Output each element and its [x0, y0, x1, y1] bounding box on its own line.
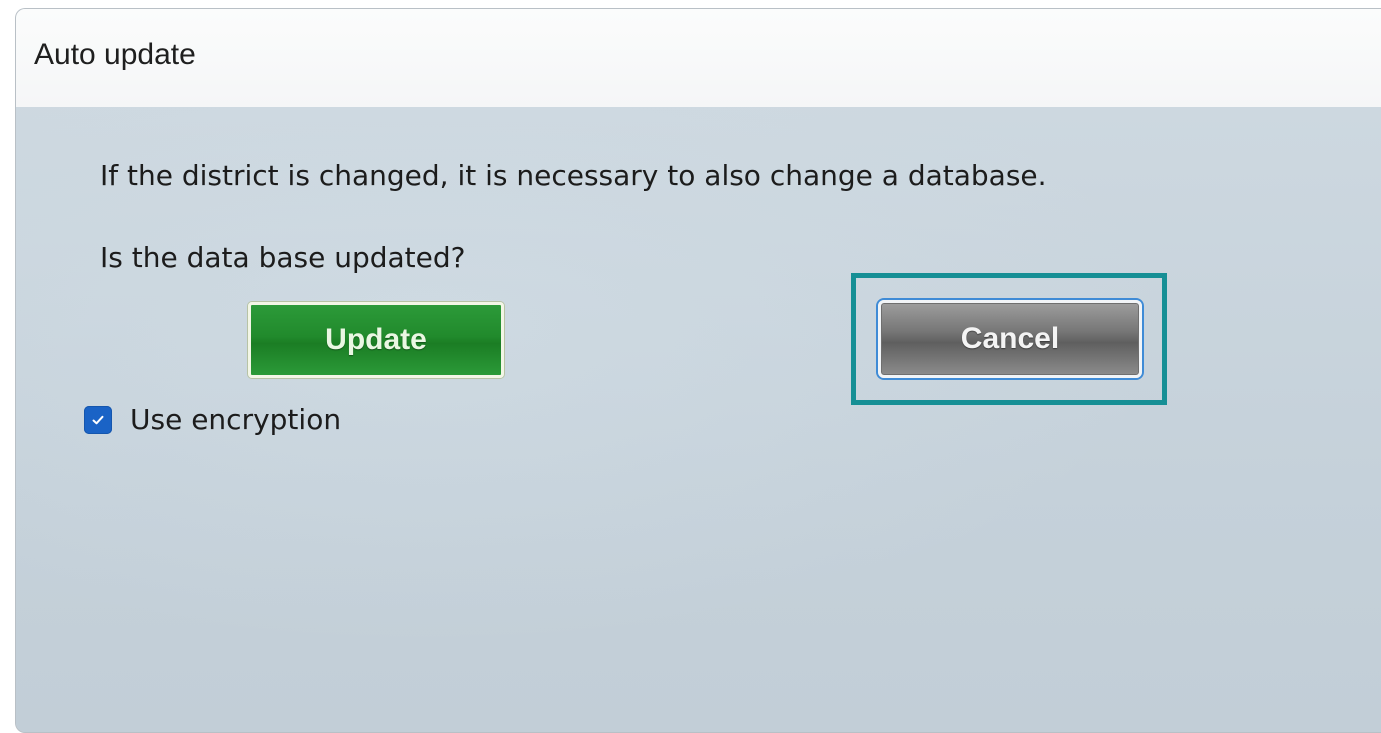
dialog-content: If the district is changed, it is necess… — [16, 107, 1381, 732]
encryption-checkbox[interactable] — [84, 405, 112, 434]
update-question: Is the data base updated? — [100, 241, 466, 274]
cancel-button[interactable]: Cancel — [878, 300, 1142, 378]
update-button[interactable]: Update — [248, 302, 504, 378]
checkmark-icon — [92, 415, 104, 424]
dialog-title: Auto update — [34, 38, 196, 71]
district-change-message: If the district is changed, it is necess… — [100, 159, 1047, 192]
encryption-label: Use encryption — [130, 403, 342, 436]
dialog-titlebar[interactable]: Auto update — [16, 9, 1381, 108]
encryption-option[interactable]: Use encryption — [84, 403, 341, 436]
auto-update-dialog: Auto update If the district is changed, … — [15, 8, 1381, 733]
